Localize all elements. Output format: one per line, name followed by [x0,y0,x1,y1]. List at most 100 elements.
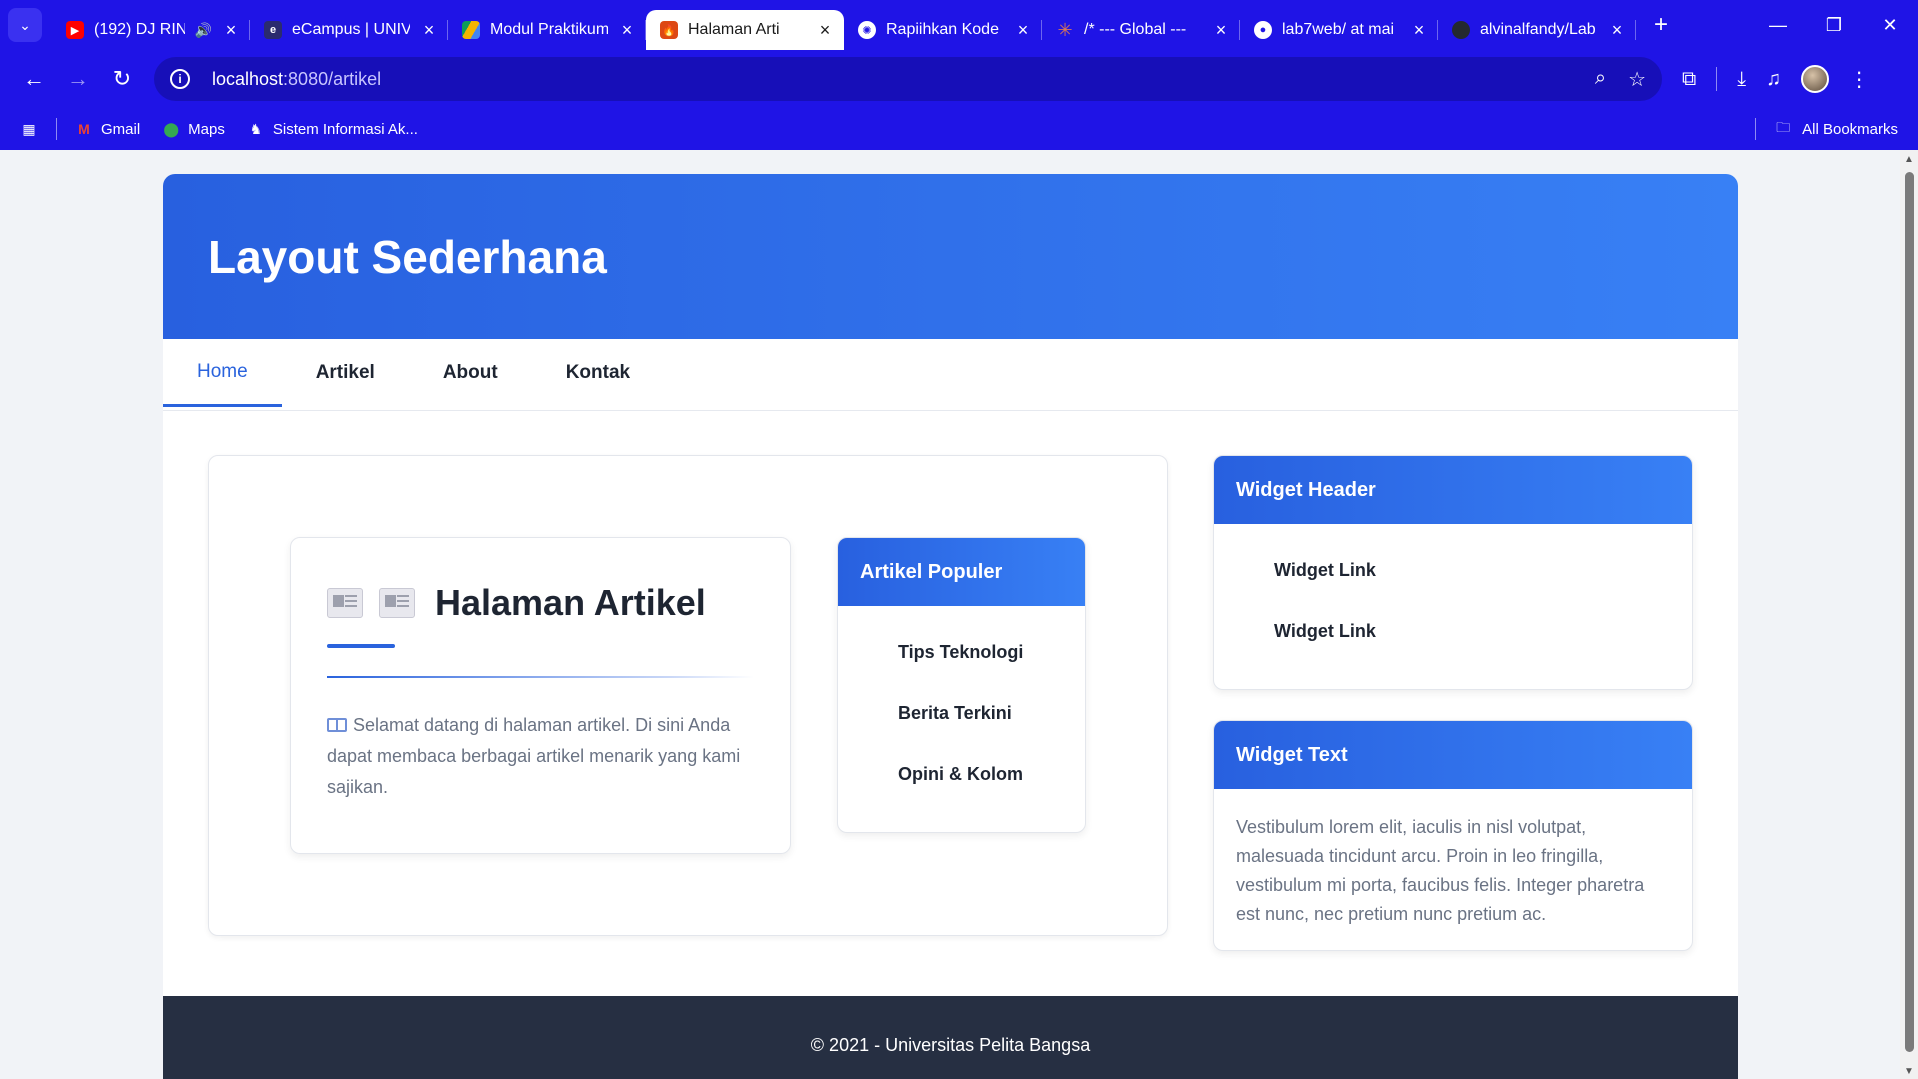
scroll-up-icon[interactable]: ▲ [1904,154,1914,165]
toolbar-separator [1716,67,1718,91]
tab-youtube[interactable]: ▶ (192) DJ RIN 🔊 × [52,10,250,50]
close-icon[interactable]: × [1410,21,1428,39]
tab-github-alvinalfandy[interactable]: alvinalfandy/Lab × [1438,10,1636,50]
maps-icon: ⬤ [163,120,179,137]
popular-article-link[interactable]: Tips Teknologi [898,622,1085,683]
title-underline [327,644,395,648]
article-card: Halaman Artikel Selamat datang di halama… [290,537,791,854]
speaker-icon[interactable]: 🔊 [195,22,212,39]
drive-icon [462,21,480,39]
url-text[interactable]: localhost:8080/artikel [212,69,381,90]
zoom-icon[interactable]: ⌕ [1595,67,1606,92]
site-nav: Home Artikel About Kontak [163,339,1738,411]
popular-article-link[interactable]: Opini & Kolom [898,744,1085,805]
media-icon[interactable]: ♫ [1766,68,1781,91]
bookmarks-separator [56,118,57,140]
minimize-icon[interactable]: — [1750,15,1806,36]
widget-text-body: Vestibulum lorem elit, iaculis in nisl v… [1236,817,1645,924]
star-icon[interactable]: ☆ [1628,67,1646,92]
tab-title: Halaman Arti [688,21,780,38]
folder-icon: 🗀 [1776,119,1791,135]
restore-icon[interactable]: ❐ [1806,15,1862,36]
address-bar[interactable]: i localhost:8080/artikel ⌕ ☆ [154,57,1662,101]
scrollbar-thumb[interactable] [1905,172,1914,1052]
url-path: :8080/artikel [283,68,382,89]
all-bookmarks-button[interactable]: 🗀 All Bookmarks [1755,118,1898,140]
tab-modul[interactable]: Modul Praktikum × [448,10,646,50]
popular-article-link[interactable]: Berita Terkini [898,683,1085,744]
tab-title: Rapiihkan Kode [886,21,999,38]
bookmark-gmail[interactable]: M Gmail [75,121,140,138]
forward-button[interactable]: → [56,59,100,99]
info-icon[interactable]: i [170,69,190,89]
widget-header-title: Widget Header [1214,456,1692,524]
omnibox-actions: ⌕ ☆ [1595,67,1646,92]
open-book-icon [327,718,347,732]
nav-kontak[interactable]: Kontak [532,339,664,407]
close-icon[interactable]: × [618,21,636,39]
tab-title: eCampus | UNIV [292,21,410,38]
tab-claude[interactable]: ✳ /* --- Global --- × [1042,10,1240,50]
bookmark-label: Gmail [101,120,141,138]
close-icon[interactable]: × [1014,21,1032,39]
reload-icon: ↻ [112,66,132,91]
profile-avatar[interactable] [1801,65,1830,93]
back-button[interactable]: ← [12,59,56,99]
youtube-icon: ▶ [66,21,84,39]
arrow-right-icon: → [67,66,89,91]
article-heading: Halaman Artikel [327,582,754,624]
newspaper-icon [327,588,363,618]
site-title: Layout Sederhana [208,230,607,283]
page-viewport: Layout Sederhana Home Artikel About Kont… [0,150,1900,1079]
download-icon[interactable]: ⤓ [1737,68,1746,91]
apps-grid-icon[interactable]: ▦ [20,121,38,137]
close-icon[interactable]: × [420,21,438,39]
tab-ecampus[interactable]: e eCampus | UNIV × [250,10,448,50]
bookmark-sia[interactable]: ♞ Sistem Informasi Ak... [247,121,418,138]
codeigniter-icon: 🔥 [660,21,678,39]
site-container: Layout Sederhana Home Artikel About Kont… [163,174,1738,1079]
tab-chatgpt[interactable]: ✺ Rapiihkan Kode × [844,10,1042,50]
newspaper-icon [379,588,415,618]
chevron-down-icon: ⌄ [19,16,31,33]
page-scrollbar[interactable]: ▲ ▼ [1900,150,1918,1079]
tab-title: Modul Praktikum [490,21,608,38]
article-intro: Selamat datang di halaman artikel. Di si… [327,710,754,803]
extensions-icon[interactable]: ⧉ [1682,68,1696,91]
widget-links: Widget Link Widget Link [1214,524,1692,662]
close-icon[interactable]: × [222,21,240,39]
browser-toolbar: ← → ↻ i localhost:8080/artikel ⌕ ☆ ⧉ ⤓ ♫… [0,50,1918,108]
footer-copyright: © 2021 - Universitas Pelita Bangsa [810,1034,1091,1055]
openai-icon: ✺ [858,21,876,39]
nav-about[interactable]: About [409,339,532,407]
nav-artikel[interactable]: Artikel [282,339,409,407]
tab-title: (192) DJ RIN [94,21,185,38]
nav-home[interactable]: Home [163,339,282,407]
bookmark-maps[interactable]: ⬤ Maps [162,121,225,138]
widget-text-title: Widget Text [1214,721,1692,789]
close-icon[interactable]: × [1608,21,1626,39]
close-icon[interactable]: × [1212,21,1230,39]
site-header: Layout Sederhana [163,174,1738,339]
close-window-icon[interactable]: ✕ [1862,15,1918,36]
campus-icon: e [264,21,282,39]
all-bookmarks-label: All Bookmarks [1802,120,1898,138]
close-icon[interactable]: × [816,21,834,39]
reload-button[interactable]: ↻ [100,59,144,99]
tab-title: alvinalfandy/Lab [1480,21,1596,38]
widget-link[interactable]: Widget Link [1274,540,1692,601]
widget-link[interactable]: Widget Link [1274,601,1692,662]
site-footer: © 2021 - Universitas Pelita Bangsa [163,996,1738,1079]
popular-articles-title: Artikel Populer [838,538,1085,606]
toolbar-actions: ⧉ ⤓ ♫ ⋮ [1682,65,1869,93]
new-tab-button[interactable]: + [1646,11,1676,39]
tab-halaman-artikel[interactable]: 🔥 Halaman Arti × [646,10,844,50]
bookmark-label: Sistem Informasi Ak... [272,120,418,138]
popular-articles-list: Tips Teknologi Berita Terkini Opini & Ko… [838,606,1085,805]
tab-title: lab7web/ at mai [1282,21,1395,38]
tab-github-lab7web[interactable]: ● lab7web/ at mai × [1240,10,1438,50]
scroll-down-icon[interactable]: ▼ [1904,1066,1914,1077]
menu-icon[interactable]: ⋮ [1849,67,1869,92]
tab-search-button[interactable]: ⌄ [8,8,42,42]
window-controls: — ❐ ✕ [1750,15,1918,36]
